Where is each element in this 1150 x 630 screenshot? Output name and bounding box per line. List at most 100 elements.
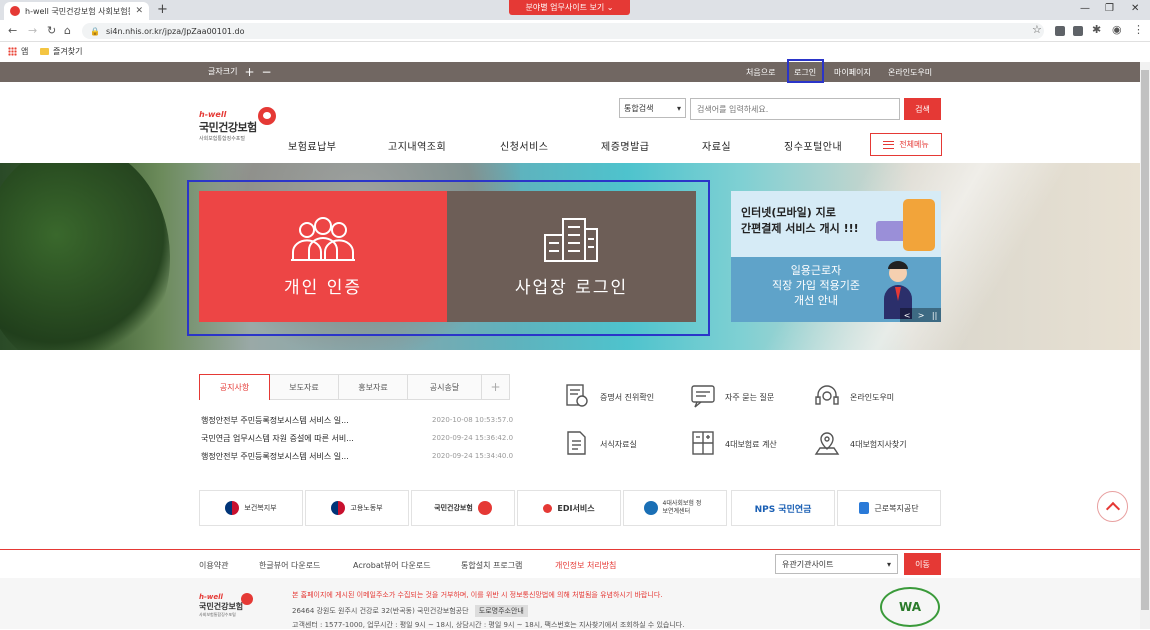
faq-link[interactable]: 자주 묻는 질문 — [725, 392, 774, 403]
headset-icon[interactable] — [814, 383, 840, 409]
footer-privacy-link[interactable]: 개인정보 처리방침 — [555, 560, 616, 571]
go-button[interactable]: 이동 — [904, 553, 941, 575]
banner-pause-button[interactable]: || — [932, 311, 937, 320]
nav-item-payment[interactable]: 보험료납부 — [288, 138, 337, 153]
calculator-icon[interactable] — [690, 430, 716, 456]
notice-item[interactable]: 행정안전부 주민등록정보시스템 서비스 일... — [201, 415, 349, 426]
extension-icon[interactable] — [1055, 26, 1065, 36]
related-sites-select[interactable]: 유관기관사이트 ▾ — [775, 554, 898, 574]
apps-bookmark[interactable]: 앱 — [8, 46, 28, 57]
banner-top-text: 인터넷(모바일) 지로 간편결제 서비스 개시 !!! — [741, 205, 859, 237]
email-notice: 본 홈페이지에 게시된 이메일주소가 수집되는 것을 거부하며, 이를 위반 시… — [292, 591, 663, 599]
nav-item-certificate[interactable]: 제증명발급 — [601, 138, 650, 153]
scrollbar-thumb[interactable] — [1141, 70, 1149, 610]
nav-item-notice-history[interactable]: 고지내역조회 — [388, 138, 446, 153]
partner-comwel[interactable]: 근로복지공단 — [837, 490, 941, 526]
url-text: si4n.nhis.or.kr/jpza/JpZaa00101.do — [105, 26, 245, 36]
banner-next-button[interactable]: > — [918, 311, 925, 320]
url-field[interactable]: 🔒 si4n.nhis.or.kr/jpza/JpZaa00101.do — [82, 23, 1044, 39]
partner-nps[interactable]: NPS 국민연금 — [731, 490, 835, 526]
partner-edi[interactable]: EDI서비스 — [517, 490, 621, 526]
utility-bar: 글자크기 + − 처음으로 로그인 마이페이지 온라인도우미 — [0, 62, 1140, 82]
notice-item[interactable]: 행정안전부 주민등록정보시스템 서비스 일... — [201, 451, 349, 462]
form-library-icon[interactable] — [564, 430, 590, 456]
close-tab-icon[interactable]: ✕ — [135, 6, 143, 16]
online-helper-quick-link[interactable]: 온라인도우미 — [850, 392, 894, 403]
tab-notice[interactable]: 공지사항 — [199, 374, 270, 400]
more-icon[interactable]: ⋮ — [1133, 23, 1144, 36]
tab-press[interactable]: 보도자료 — [270, 374, 339, 400]
mypage-link[interactable]: 마이페이지 — [834, 67, 871, 78]
chevron-down-icon: ⌄ — [606, 3, 614, 12]
favorites-label: 즐겨찾기 — [53, 47, 83, 56]
nav-item-application[interactable]: 신청서비스 — [500, 138, 549, 153]
forward-icon[interactable]: → — [28, 24, 37, 37]
partner-name: 고용노동부 — [350, 504, 383, 512]
profile-icon[interactable]: ◉ — [1112, 23, 1122, 36]
certificate-verify-icon[interactable] — [564, 383, 590, 409]
tab-more-button[interactable]: + — [482, 374, 510, 400]
all-menu-button[interactable]: 전체메뉴 — [870, 133, 942, 156]
chevron-down-icon: ▾ — [676, 103, 681, 113]
partner-name: NPS 국민연금 — [754, 504, 812, 515]
site-logo[interactable]: h-well 국민건강보험 사회보험통합징수포털 — [199, 107, 279, 146]
font-increase-button[interactable]: + — [244, 66, 254, 78]
reload-icon[interactable]: ↻ — [47, 24, 56, 37]
puzzle-icon[interactable]: ✱ — [1092, 23, 1101, 36]
site-select-button[interactable]: 분야별 업무사이트 보기 ⌄ — [509, 0, 630, 15]
scroll-top-button[interactable] — [1097, 491, 1128, 522]
home-link[interactable]: 처음으로 — [746, 67, 775, 78]
partner-nhis[interactable]: 국민건강보험 — [411, 490, 515, 526]
home-icon[interactable]: ⌂ — [64, 24, 71, 37]
browser-tab[interactable]: h-well 국민건강보험 사회보험통 ✕ — [4, 2, 149, 20]
nav-item-portal-guide[interactable]: 징수포털안내 — [784, 138, 842, 153]
search-button[interactable]: 검색 — [904, 98, 941, 120]
footer-acrobat-link[interactable]: Acrobat뷰어 다운로드 — [353, 560, 431, 571]
restore-icon[interactable]: ❐ — [1105, 3, 1114, 14]
tab-title: h-well 국민건강보험 사회보험통 — [25, 6, 131, 16]
footer-terms-link[interactable]: 이용약관 — [199, 560, 228, 571]
page-scrollbar[interactable] — [1140, 62, 1150, 629]
certificate-verify-link[interactable]: 증명서 진위확인 — [600, 392, 654, 403]
banner-bottom-line: 개선 안내 — [794, 294, 838, 307]
premium-calculator-link[interactable]: 4대보험료 계산 — [725, 439, 777, 450]
banner-prev-button[interactable]: < — [904, 311, 911, 320]
partner-moel[interactable]: 고용노동부 — [305, 490, 409, 526]
extension-icon[interactable] — [1073, 26, 1083, 36]
swirl-icon — [643, 501, 658, 515]
online-helper-link[interactable]: 온라인도우미 — [888, 67, 932, 78]
notice-date: 2020-10-08 10:53:57.0 — [432, 416, 514, 424]
login-highlight-frame — [187, 180, 710, 336]
font-decrease-button[interactable]: − — [262, 66, 272, 78]
apps-icon — [8, 47, 17, 56]
search-category-select[interactable]: 통합검색 ▾ — [619, 98, 686, 118]
road-address-button[interactable]: 도로명주소안내 — [474, 605, 528, 617]
partner-mohw[interactable]: 보건복지부 — [199, 490, 303, 526]
close-window-icon[interactable]: ✕ — [1131, 3, 1139, 14]
nav-item-library[interactable]: 자료실 — [702, 138, 731, 153]
map-pin-icon[interactable] — [814, 430, 840, 456]
all-menu-label: 전체메뉴 — [899, 140, 929, 149]
minimize-icon[interactable]: — — [1080, 3, 1090, 14]
heart-icon — [241, 593, 253, 605]
partner-name: 근로복지공단 — [874, 503, 919, 513]
footer-installer-link[interactable]: 통합설치 프로그램 — [461, 560, 522, 571]
tab-promo[interactable]: 홍보자료 — [339, 374, 408, 400]
partner-4insure[interactable]: 4대사회보험 정보연계센터 — [623, 490, 727, 526]
bookmark-star-icon[interactable]: ☆ — [1032, 23, 1042, 36]
chevron-down-icon: ▾ — [886, 559, 891, 569]
partner-name: 국민건강보험 — [434, 504, 473, 512]
branch-finder-link[interactable]: 4대보험지사찾기 — [850, 439, 907, 450]
form-library-link[interactable]: 서식자료실 — [600, 439, 637, 450]
back-icon[interactable]: ← — [8, 24, 17, 37]
search-input[interactable] — [690, 98, 900, 120]
tab-public-notice[interactable]: 공시송달 — [408, 374, 482, 400]
footer-hwp-viewer-link[interactable]: 한글뷰어 다운로드 — [259, 560, 320, 571]
faq-icon[interactable] — [690, 383, 716, 409]
notice-item[interactable]: 국민연금 업무시스템 자원 증설에 따른 서비... — [201, 433, 354, 444]
notice-date: 2020-09-24 15:36:42.0 — [432, 434, 514, 442]
footer-logo-sub: 사회보험통합징수포털 — [199, 612, 236, 617]
new-tab-icon[interactable]: + — [157, 3, 168, 17]
favorites-bookmark[interactable]: 즐겨찾기 — [40, 46, 82, 57]
promo-banner[interactable]: 인터넷(모바일) 지로 간편결제 서비스 개시 !!! 일용근로자 직장 가입 … — [731, 191, 941, 322]
